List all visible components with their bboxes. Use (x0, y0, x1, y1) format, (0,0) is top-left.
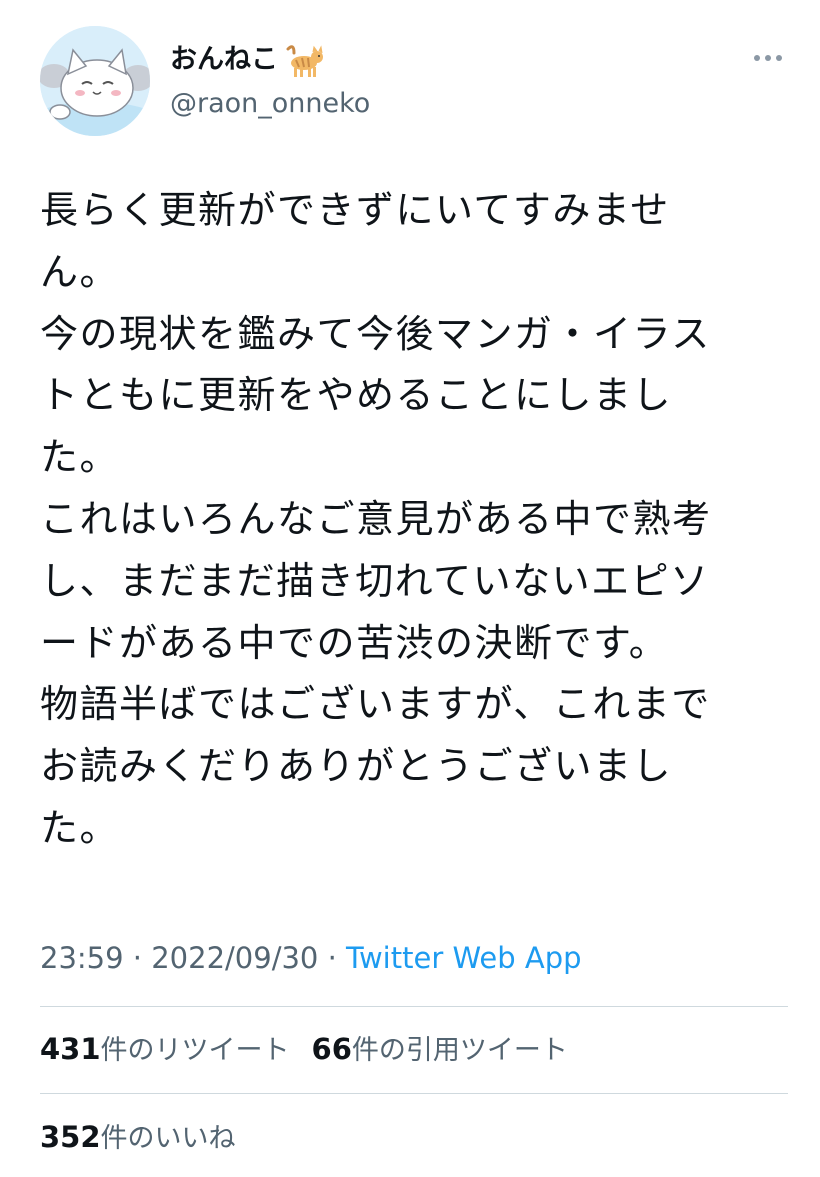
more-icon[interactable] (754, 52, 784, 64)
tweet-text-line: 物語半ばではございますが、これまで (40, 682, 711, 727)
stats-row-retweets: 431件のリツイート 66件の引用ツイート (40, 1030, 590, 1070)
tweet-text-line: た。 (40, 435, 120, 480)
user-handle[interactable]: @raon_onneko (170, 86, 370, 122)
tweet-text-line: 今の現状を鑑みて今後マンガ・イラス (40, 311, 711, 356)
retweets-label: 件のリツイート (100, 1035, 290, 1066)
divider (40, 1093, 788, 1094)
display-name-text: おんねこ (170, 44, 278, 75)
tweet-header: おんねこ @raon_onneko (40, 26, 788, 136)
display-name[interactable]: おんねこ (170, 42, 324, 79)
tweet-text-line: トともに更新をやめることにしまし (40, 373, 673, 418)
tweet-source-link[interactable]: Twitter Web App (346, 941, 582, 975)
likes-count: 352 (40, 1120, 101, 1154)
quotes-count: 66 (311, 1032, 352, 1066)
quotes-label: 件の引用ツイート (351, 1035, 568, 1066)
likes-label: 件のいいね (100, 1123, 236, 1154)
stats-row-likes: 352件のいいね (40, 1118, 258, 1158)
tweet-text: 長らく更新ができずにいてすみませ ん。 今の現状を鑑みて今後マンガ・イラス トと… (40, 180, 790, 860)
retweets-count: 431 (40, 1032, 101, 1066)
tweet-text-line: し、まだまだ描き切れていないエピソ (40, 558, 710, 603)
quotes-stat[interactable]: 66件の引用ツイート (311, 1032, 568, 1066)
meta-separator: · (123, 941, 152, 975)
tweet-text-line: 長らく更新ができずにいてすみませ (40, 188, 670, 232)
avatar[interactable] (40, 26, 150, 136)
tweet-text-line: お読みくだりありがとうございまし (40, 744, 673, 789)
meta-separator: · (318, 941, 347, 975)
tweet-time[interactable]: 23:59 (40, 941, 124, 975)
likes-stat[interactable]: 352件のいいね (40, 1120, 236, 1154)
tweet-date[interactable]: 2022/09/30 (151, 941, 318, 975)
tweet-text-line: た。 (40, 805, 120, 850)
divider (40, 1006, 788, 1007)
retweets-stat[interactable]: 431件のリツイート (40, 1032, 290, 1066)
tweet-meta: 23:59 · 2022/09/30 · Twitter Web App (40, 938, 582, 978)
tweet-text-line: ードがある中での苦渋の決断です。 (40, 620, 669, 665)
cat-avatar-icon (40, 26, 150, 136)
tweet-text-line: これはいろんなご意見がある中で熟考 (40, 496, 712, 541)
cat-emoji-icon (286, 44, 323, 77)
tweet-text-line: ん。 (40, 249, 120, 294)
